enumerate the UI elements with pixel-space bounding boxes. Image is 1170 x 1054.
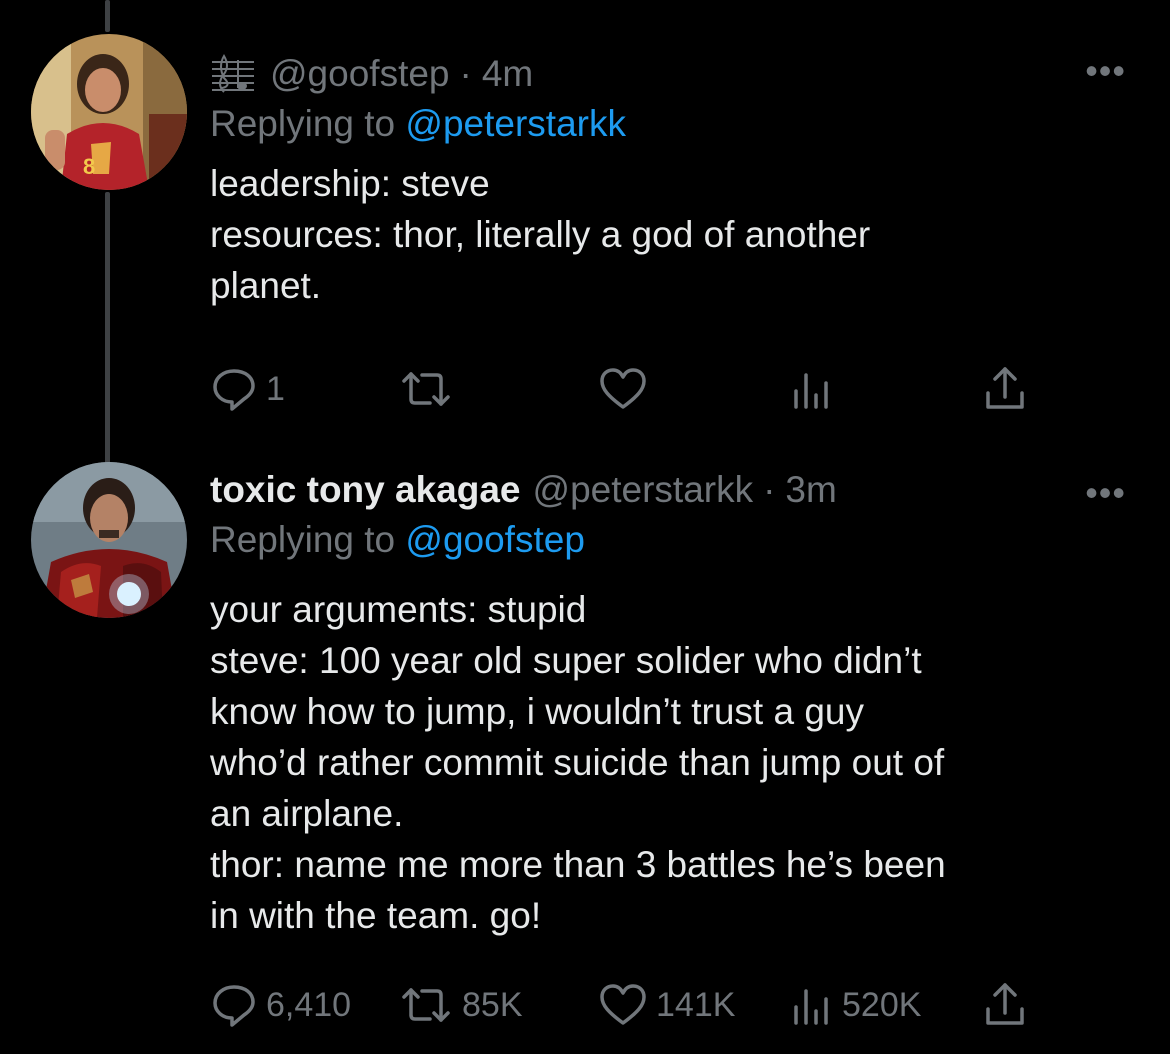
share-icon [986,983,1024,1025]
retweet-button[interactable] [398,364,462,414]
replying-to-mention[interactable]: @goofstep [405,519,585,560]
reply-button[interactable]: 1 [210,364,285,414]
tweet-body-line: your arguments: stupid [210,589,587,630]
tweet-body-line: steve: 100 year old super solider who di… [210,640,922,681]
svg-text:8: 8 [83,154,95,179]
views-button[interactable]: 520K [790,980,921,1030]
tweet-actions: 6,410 85K 141K 520K [210,980,1040,1030]
tweet-body: leadership: steve resources: thor, liter… [210,158,1130,311]
like-button[interactable]: 141K [598,980,735,1030]
views-bar-chart-icon [794,373,828,409]
tweet-handle[interactable]: @goofstep [270,50,450,98]
tweet-body: your arguments: stupid steve: 100 year o… [210,584,1130,941]
tweet-header: @goofstep · 4m [210,50,1130,98]
replying-to-line: Replying to @goofstep [210,514,1130,566]
tweet-handle[interactable]: @peterstarkk [533,466,754,514]
retweet-count: 85K [462,985,523,1024]
share-button[interactable] [982,980,1028,1030]
retweet-icon [402,988,450,1022]
reply-count: 1 [266,369,285,408]
tweet-goofstep[interactable]: 8 @goofstep · 4m Replying to @peterstark… [0,0,1170,440]
heart-icon [600,984,646,1025]
retweet-icon [402,372,450,406]
tweet-content: toxic tony akagae @peterstarkk · 3m Repl… [210,466,1130,941]
more-options-icon[interactable]: ••• [1085,53,1126,89]
tweet-body-line: planet. [210,265,322,306]
reply-button[interactable]: 6,410 [210,980,351,1030]
display-name[interactable]: toxic tony akagae [210,466,521,514]
replying-to-line: Replying to @peterstarkk [210,98,1130,150]
tweet-body-line: thor: name me more than 3 battles he’s b… [210,844,946,885]
tweet-separator: · [459,53,472,94]
tweet-separator: · [763,469,776,510]
views-count: 520K [842,985,922,1024]
share-icon [986,367,1024,409]
tweet-body-line: in with the team. go! [210,895,542,936]
tweet-header: toxic tony akagae @peterstarkk · 3m [210,466,1130,514]
iron-man-photo-avatar [31,462,187,618]
retweet-button[interactable]: 85K [398,980,523,1030]
like-button[interactable] [598,364,656,414]
tweet-body-line: who’d rather commit suicide than jump ou… [210,742,945,783]
tweet-content: @goofstep · 4m Replying to @peterstarkk … [210,50,1130,311]
reply-icon [213,369,255,411]
replying-to-label: Replying to [210,103,396,144]
tweet-body-line: know how to jump, i wouldn’t trust a guy [210,691,864,732]
reply-icon [213,985,255,1027]
tweet-timestamp[interactable]: 3m [785,466,836,514]
tweet-body-line: resources: thor, literally a god of anot… [210,214,871,255]
views-button[interactable] [790,364,842,414]
tweet-actions: 1 [210,364,1040,414]
more-options-icon[interactable]: ••• [1085,475,1126,511]
replying-to-mention[interactable]: @peterstarkk [405,103,626,144]
tweet-timestamp[interactable]: 4m [482,50,533,98]
replying-to-label: Replying to [210,519,396,560]
share-button[interactable] [982,364,1028,414]
reply-count: 6,410 [266,985,352,1024]
person-photo-avatar: 8 [31,34,187,190]
avatar-goofstep[interactable]: 8 [31,34,187,190]
tweet-body-line: an airplane. [210,793,404,834]
views-bar-chart-icon [794,989,828,1025]
like-count: 141K [656,985,736,1024]
avatar-peterstarkk[interactable] [31,462,187,618]
tweet-peterstarkk[interactable]: toxic tony akagae @peterstarkk · 3m Repl… [0,440,1170,1054]
tweet-body-line: leadership: steve [210,163,490,204]
music-staff-icon [212,54,254,93]
heart-icon [600,368,646,409]
